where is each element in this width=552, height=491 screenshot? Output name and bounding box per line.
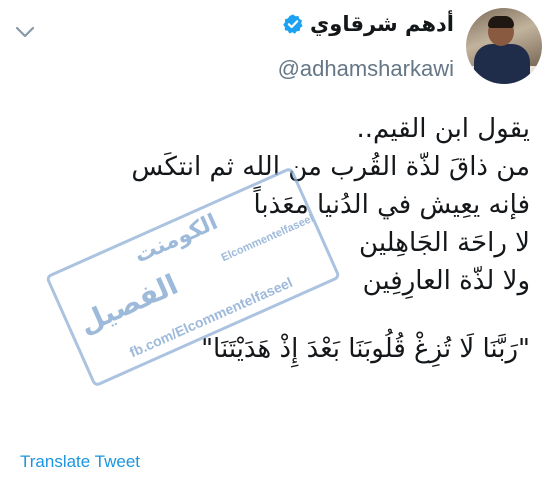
tweet-card: أدهم شرقاوي @adhamsharkawi يقول ابن القي… — [0, 0, 552, 491]
verified-badge-icon — [282, 13, 304, 35]
author-handle[interactable]: @adhamsharkawi — [278, 56, 454, 82]
author-row: أدهم شرقاوي — [282, 6, 454, 42]
avatar[interactable] — [466, 8, 542, 84]
tweet-line: يقول ابن القيم.. — [356, 114, 530, 144]
chevron-down-icon[interactable] — [14, 24, 36, 40]
author-display-name[interactable]: أدهم شرقاوي — [310, 6, 454, 42]
translate-tweet-link[interactable]: Translate Tweet — [20, 452, 140, 472]
